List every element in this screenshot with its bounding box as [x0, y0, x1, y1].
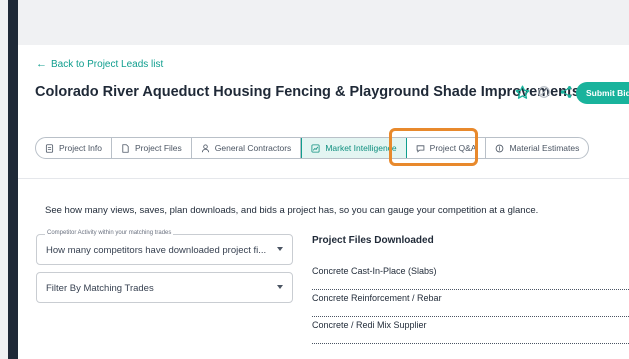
chat-icon	[416, 144, 424, 153]
back-link[interactable]: ← Back to Project Leads list	[36, 58, 163, 70]
tab-market-intelligence[interactable]: Market Intelligence	[301, 138, 407, 158]
section-divider	[18, 178, 629, 179]
title-actions	[514, 84, 574, 100]
list-item: Concrete Reinforcement / Rebar	[312, 290, 629, 317]
tab-label: Project Info	[59, 143, 102, 153]
competitor-activity-label: Competitor Activity within your matching…	[45, 230, 174, 236]
file-icon	[122, 143, 129, 153]
tab-general-contractors[interactable]: General Contractors	[192, 138, 302, 158]
submit-bid-button[interactable]: Submit Bid	[576, 82, 629, 104]
star-icon[interactable]	[514, 84, 530, 100]
tab-project-files[interactable]: Project Files	[112, 138, 192, 158]
tab-label: Project Q&A	[429, 143, 477, 153]
list-item: Concrete Cast-In-Place (Slabs)	[312, 263, 629, 290]
files-downloaded-heading: Project Files Downloaded	[312, 235, 434, 246]
competitor-activity-value: How many competitors have downloaded pro…	[46, 245, 267, 256]
tab-label: General Contractors	[214, 143, 292, 153]
tab-label: Project Files	[135, 143, 182, 153]
list-item: Concrete / Redi Mix Supplier	[312, 317, 629, 344]
competitor-activity-select[interactable]: Competitor Activity within your matching…	[36, 230, 293, 265]
chart-icon	[311, 143, 320, 153]
project-title: Colorado River Aqueduct Housing Fencing …	[35, 84, 580, 100]
estimate-icon	[496, 144, 504, 152]
market-intel-description: See how many views, saves, plan download…	[45, 205, 539, 216]
block-icon[interactable]	[536, 84, 552, 100]
document-icon	[45, 143, 54, 153]
app-frame: ← Back to Project Leads list Colorado Ri…	[0, 0, 629, 359]
chevron-down-icon	[277, 285, 283, 289]
top-bar	[18, 0, 629, 45]
share-icon[interactable]	[558, 84, 574, 100]
tab-material-estimates[interactable]: Material Estimates	[486, 138, 588, 158]
project-page: ← Back to Project Leads list Colorado Ri…	[18, 45, 629, 359]
tab-label: Market Intelligence	[325, 143, 397, 153]
back-link-label: Back to Project Leads list	[51, 58, 164, 70]
trade-filter-select[interactable]: Filter By Matching Trades	[36, 272, 293, 303]
tab-project-qa[interactable]: Project Q&A	[407, 138, 487, 158]
app-sidebar-edge	[8, 0, 18, 359]
tab-label: Material Estimates	[509, 143, 580, 153]
person-icon	[201, 143, 209, 152]
tab-project-info[interactable]: Project Info	[36, 138, 112, 158]
arrow-left-icon: ←	[36, 58, 47, 70]
trade-filter-placeholder: Filter By Matching Trades	[46, 283, 154, 294]
project-tabs: Project Info Project Files General Contr…	[35, 137, 590, 159]
chevron-down-icon	[277, 247, 283, 251]
